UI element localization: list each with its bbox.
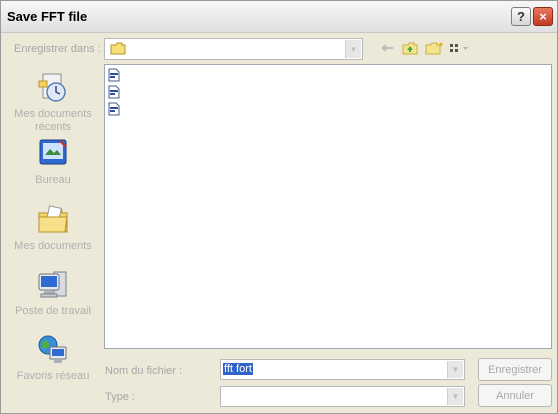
- place-label: Favoris réseau: [16, 370, 90, 382]
- window-title: Save FFT file: [7, 9, 88, 24]
- place-recent-documents[interactable]: Mes documents récents: [7, 71, 99, 134]
- place-label: Poste de travail: [15, 305, 91, 317]
- filename-input[interactable]: fft fort ▼: [220, 359, 465, 380]
- help-button[interactable]: ?: [511, 7, 531, 26]
- up-folder-icon[interactable]: [402, 41, 418, 55]
- place-label: Bureau: [35, 174, 71, 186]
- title-bar[interactable]: Save FFT file ? ×: [1, 1, 557, 33]
- view-menu-icon[interactable]: [448, 41, 470, 55]
- file-list[interactable]: [104, 64, 552, 349]
- back-arrow-icon[interactable]: [379, 41, 395, 55]
- save-button[interactable]: Enregistrer: [478, 358, 552, 381]
- new-folder-icon[interactable]: ✷: [425, 41, 443, 55]
- chevron-down-icon[interactable]: ▼: [447, 388, 463, 405]
- svg-text:✷: ✷: [438, 41, 443, 49]
- my-documents-icon: [36, 203, 70, 237]
- place-network[interactable]: Favoris réseau: [7, 333, 99, 383]
- network-places-icon: [36, 333, 70, 367]
- save-in-combobox[interactable]: ▼: [104, 38, 363, 60]
- filename-value: fft fort: [223, 363, 253, 375]
- places-bar: Mes documents récents Bureau Mes documen…: [7, 59, 99, 389]
- filetype-label: Type :: [105, 391, 135, 403]
- filename-label: Nom du fichier :: [105, 365, 183, 377]
- save-in-label: Enregistrer dans :: [14, 43, 101, 55]
- recent-documents-icon: [36, 71, 70, 105]
- place-my-documents[interactable]: Mes documents: [7, 203, 99, 253]
- chevron-down-icon[interactable]: ▼: [447, 361, 463, 378]
- close-button[interactable]: ×: [533, 7, 553, 26]
- folder-icon: [110, 42, 126, 58]
- chevron-down-icon[interactable]: ▼: [345, 40, 361, 58]
- place-label: Mes documents: [14, 240, 92, 252]
- place-label: Mes documents récents: [14, 108, 92, 133]
- place-my-computer[interactable]: Poste de travail: [7, 268, 99, 318]
- cancel-button[interactable]: Annuler: [478, 384, 552, 407]
- place-desktop[interactable]: Bureau: [7, 137, 99, 187]
- save-dialog: Save FFT file ? × Enregistrer dans : ▼ ✷…: [0, 0, 558, 414]
- file-icon[interactable]: [108, 102, 120, 116]
- filetype-combobox[interactable]: ▼: [220, 386, 465, 407]
- desktop-icon: [36, 137, 70, 171]
- file-icon[interactable]: [108, 68, 120, 82]
- my-computer-icon: [36, 268, 70, 302]
- file-icon[interactable]: [108, 85, 120, 99]
